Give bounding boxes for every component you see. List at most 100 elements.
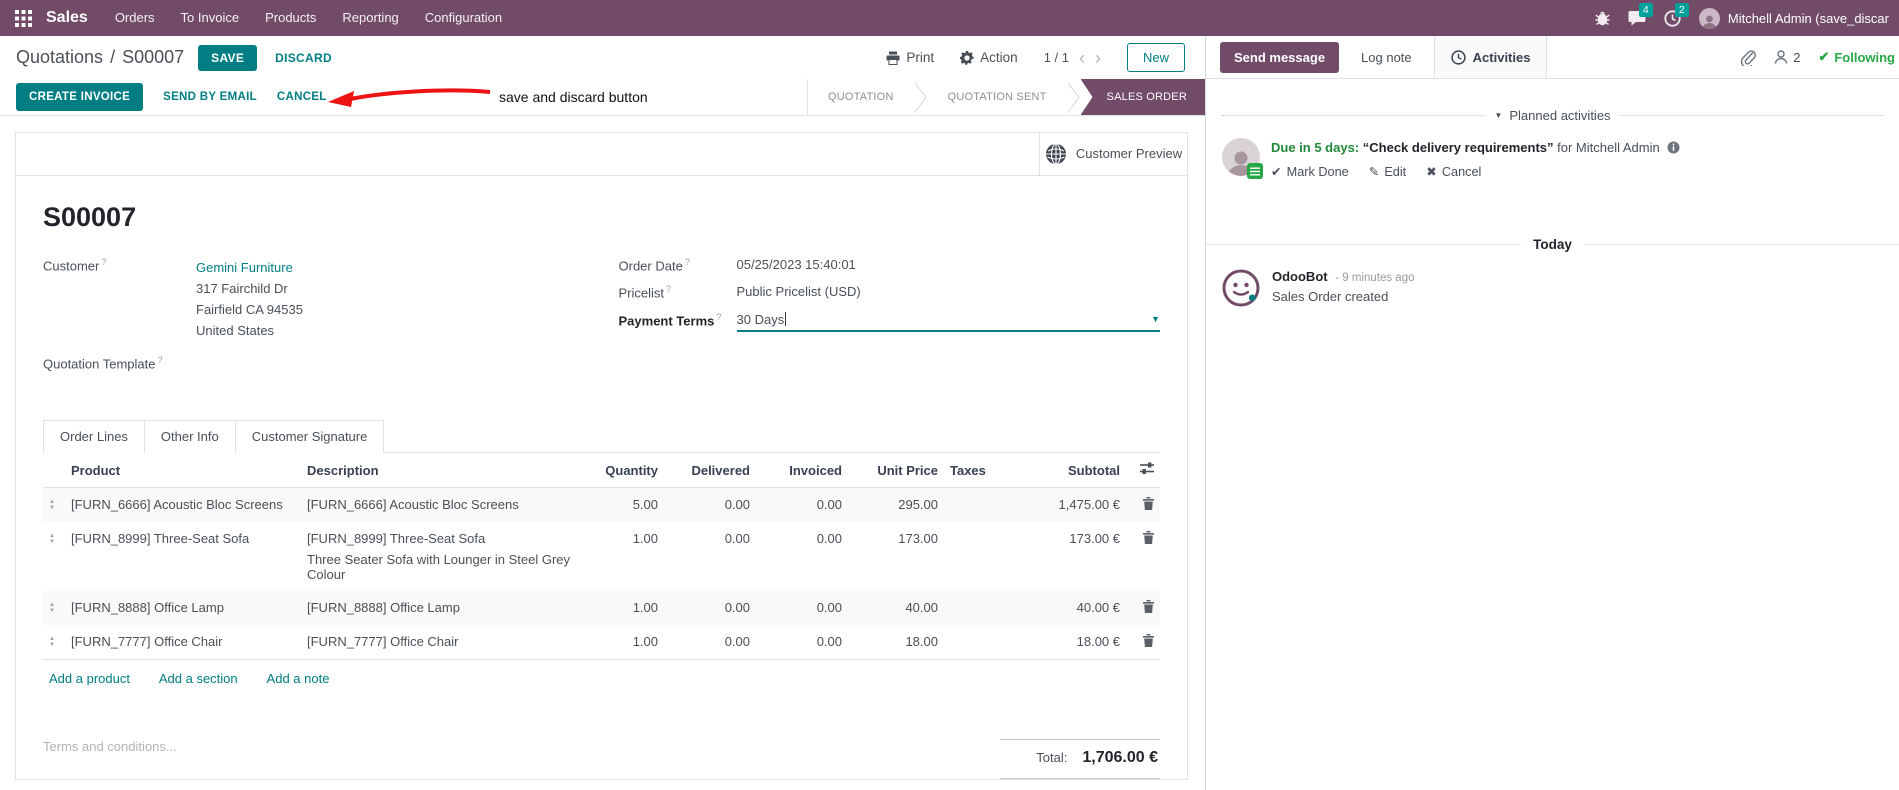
user-name: Mitchell Admin (save_discar [1727, 10, 1889, 26]
pager-next-icon[interactable]: › [1095, 49, 1101, 67]
activities-clock-icon[interactable]: 2 [1664, 2, 1689, 27]
delete-row-icon[interactable] [1143, 497, 1154, 511]
order-line-row[interactable]: ▲ ▼ [FURN_7777] Office Chair [FURN_7777] … [43, 625, 1160, 660]
followers-count: 2 [1793, 49, 1801, 65]
dropdown-caret-icon[interactable]: ▼ [1151, 314, 1160, 324]
edit-activity-button[interactable]: ✎ Edit [1369, 164, 1407, 179]
cell-invoiced: 0.00 [816, 634, 842, 650]
tab-customer-signature[interactable]: Customer Signature [235, 420, 385, 454]
info-icon[interactable] [1667, 141, 1680, 154]
optional-columns-icon[interactable] [1126, 453, 1160, 489]
notebook-tabs: Order Lines Other Info Customer Signatur… [43, 420, 1160, 454]
drag-handle-icon[interactable]: ▲ ▼ [49, 533, 55, 545]
cancel-button[interactable]: CANCEL [277, 91, 327, 103]
messages-icon[interactable]: 4 [1628, 3, 1653, 26]
message-author[interactable]: OdooBot [1272, 269, 1328, 284]
cell-delivered: 0.00 [724, 497, 750, 513]
cell-description: [FURN_6666] Acoustic Bloc Screens [307, 497, 519, 513]
drag-handle-icon[interactable]: ▲ ▼ [49, 499, 55, 511]
form-sheet: Customer Preview S00007 Customer? Gemini… [15, 132, 1188, 781]
tab-other-info[interactable]: Other Info [144, 420, 236, 454]
pager-previous-icon[interactable]: ‹ [1079, 49, 1085, 67]
cell-taxes [944, 522, 1014, 591]
log-note-button[interactable]: Log note [1353, 42, 1420, 73]
menu-to-invoice[interactable]: To Invoice [168, 0, 253, 36]
cell-description: [FURN_8888] Office Lamp [307, 600, 460, 616]
person-icon [1775, 50, 1788, 64]
status-steps: QUOTATION QUOTATION SENT SALES ORDER [807, 79, 1205, 115]
customer-link[interactable]: Gemini Furniture [196, 257, 602, 278]
status-separator-icon [914, 79, 928, 115]
customer-preview-button[interactable]: Customer Preview [1039, 133, 1187, 175]
add-a-note-link[interactable]: Add a note [267, 671, 330, 686]
sheet-header-strip: Customer Preview [16, 133, 1187, 176]
debug-bug-icon[interactable] [1595, 10, 1610, 26]
col-unit-price[interactable]: Unit Price [848, 453, 944, 489]
pricelist-field[interactable]: Public Pricelist (USD) [737, 284, 1161, 299]
send-by-email-button[interactable]: SEND BY EMAIL [163, 91, 257, 103]
col-product[interactable]: Product [65, 453, 301, 489]
terms-and-conditions-field[interactable]: Terms and conditions... [43, 739, 177, 754]
new-button[interactable]: New [1126, 43, 1185, 72]
menu-configuration[interactable]: Configuration [412, 0, 515, 36]
drag-handle-icon[interactable]: ▲ ▼ [49, 602, 55, 614]
menu-orders[interactable]: Orders [102, 0, 168, 36]
col-taxes[interactable]: Taxes [944, 453, 1014, 489]
delete-row-icon[interactable] [1143, 531, 1154, 545]
col-invoiced[interactable]: Invoiced [756, 453, 848, 489]
status-quotation-sent[interactable]: QUOTATION SENT [928, 79, 1067, 115]
add-a-product-link[interactable]: Add a product [49, 671, 130, 686]
tab-order-lines[interactable]: Order Lines [43, 420, 145, 454]
send-message-button[interactable]: Send message [1220, 41, 1340, 73]
attachments-icon[interactable] [1740, 49, 1757, 66]
col-description[interactable]: Description [301, 453, 594, 489]
discard-button[interactable]: DISCARD [265, 45, 342, 71]
cancel-activity-button[interactable]: ✖ Cancel [1426, 164, 1481, 179]
menu-products[interactable]: Products [252, 0, 329, 36]
delete-row-icon[interactable] [1143, 634, 1154, 648]
save-button[interactable]: SAVE [198, 44, 258, 71]
form-region: Quotations / S00007 SAVE DISCARD Print A… [0, 36, 1205, 790]
cell-subtotal: 1,475.00 € [1058, 497, 1120, 513]
breadcrumb: Quotations / S00007 [16, 47, 184, 68]
delete-row-icon[interactable] [1143, 600, 1154, 614]
activities-button[interactable]: Activities [1433, 36, 1548, 78]
status-sales-order[interactable]: SALES ORDER [1080, 79, 1205, 115]
order-date-field[interactable]: 05/25/2023 15:40:01 [737, 257, 1161, 272]
cell-quantity: 5.00 [632, 497, 658, 513]
cell-description: [FURN_8999] Three-Seat Sofa Three Seater… [307, 531, 571, 583]
create-invoice-button[interactable]: CREATE INVOICE [16, 83, 144, 111]
col-quantity[interactable]: Quantity [594, 453, 664, 489]
control-panel: Quotations / S00007 SAVE DISCARD Print A… [0, 36, 1205, 79]
print-button[interactable]: Print [886, 50, 934, 65]
drag-handle-icon[interactable]: ▲ ▼ [49, 636, 55, 648]
help-marker: ? [101, 257, 107, 267]
menu-reporting[interactable]: Reporting [329, 0, 411, 36]
quotation-template-label: Quotation Template? [43, 355, 163, 372]
col-subtotal[interactable]: Subtotal [1014, 453, 1126, 489]
payment-terms-value: 30 Days [736, 311, 785, 327]
cell-product: [FURN_6666] Acoustic Bloc Screens [71, 497, 283, 513]
document-title: S00007 [43, 202, 137, 232]
planned-activities-header[interactable]: ▼ Planned activities [1206, 108, 1899, 123]
order-line-row[interactable]: ▲ ▼ [FURN_8999] Three-Seat Sofa [FURN_899… [43, 522, 1160, 591]
help-marker: ? [684, 257, 690, 267]
apps-menu-icon[interactable] [8, 0, 38, 36]
order-line-row[interactable]: ▲ ▼ [FURN_8888] Office Lamp [FURN_8888] O… [43, 591, 1160, 626]
col-delivered[interactable]: Delivered [664, 453, 756, 489]
action-button[interactable]: Action [960, 50, 1018, 65]
order-line-row[interactable]: ▲ ▼ [FURN_6666] Acoustic Bloc Screens [FU… [43, 487, 1160, 523]
app-name[interactable]: Sales [38, 9, 102, 27]
add-a-section-link[interactable]: Add a section [159, 671, 238, 686]
mark-done-button[interactable]: ✔ Mark Done [1271, 164, 1349, 179]
followers-button[interactable]: 2 [1774, 50, 1800, 65]
status-quotation[interactable]: QUOTATION [808, 79, 914, 115]
address-line: United States [196, 323, 275, 338]
user-menu[interactable]: Mitchell Admin (save_discar [1698, 7, 1889, 29]
globe-icon [1045, 143, 1066, 165]
following-button[interactable]: ✔ Following [1818, 49, 1895, 65]
payment-terms-field[interactable]: 30 Days ▼ [736, 311, 1160, 332]
breadcrumb-quotations[interactable]: Quotations [16, 47, 103, 68]
order-lines-table: Product Description Quantity Delivered I… [43, 453, 1160, 698]
cell-quantity: 1.00 [632, 600, 658, 616]
